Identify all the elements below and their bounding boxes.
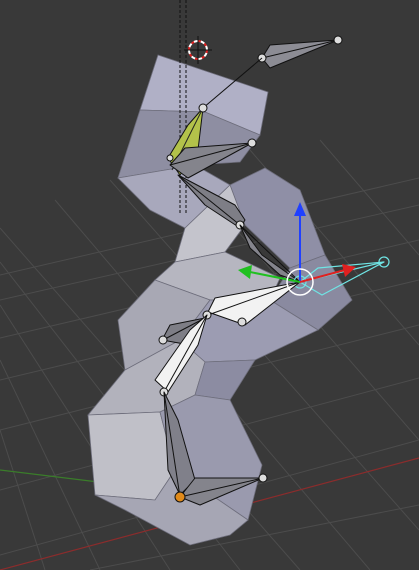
- 3d-viewport[interactable]: [0, 0, 419, 570]
- bone-top-right[interactable]: [257, 35, 343, 69]
- 3d-cursor-icon[interactable]: [184, 36, 212, 64]
- viewport-canvas[interactable]: [0, 0, 419, 570]
